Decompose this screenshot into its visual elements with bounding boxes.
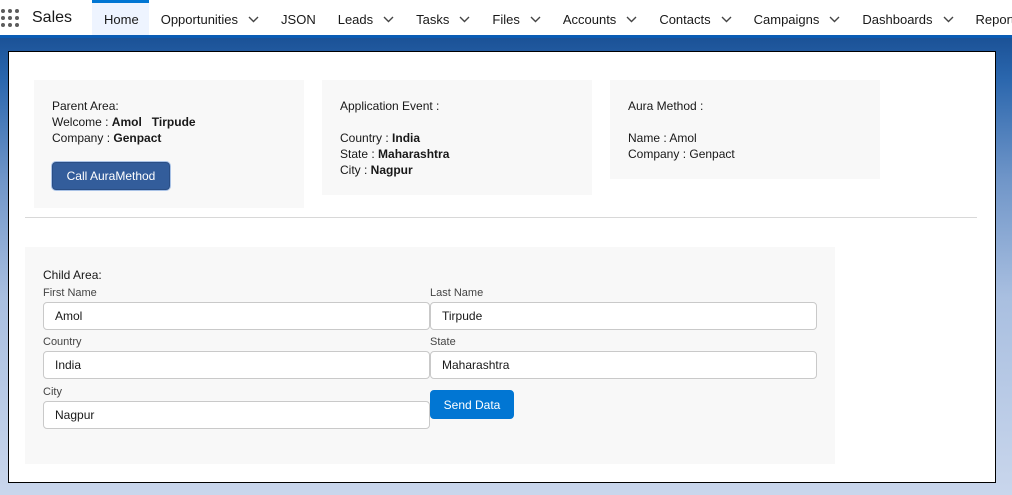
- country-label: Country: [43, 336, 82, 348]
- event-country-label: Country :: [340, 131, 393, 145]
- nav-tab-label: Leads: [337, 11, 374, 27]
- parent-area-panel: Parent Area: Welcome : Amol Tirpude Comp…: [34, 80, 304, 208]
- chevron-down-icon[interactable]: [530, 16, 541, 23]
- first-name-input[interactable]: [43, 302, 430, 330]
- aura-name-line: Name : Amol: [628, 131, 697, 145]
- nav-tab-accounts[interactable]: Accounts: [551, 0, 647, 35]
- nav-tab-label: Dashboards: [862, 11, 933, 27]
- section-divider: [25, 217, 977, 218]
- nav-tab-label: Opportunities: [160, 11, 239, 27]
- event-state-value: Maharashtra: [378, 147, 450, 161]
- chevron-down-icon[interactable]: [626, 16, 637, 23]
- chevron-down-icon[interactable]: [829, 16, 840, 23]
- nav-tab-label: Reports: [975, 11, 1012, 27]
- waffle-icon: [0, 8, 20, 28]
- nav-tab-label: Contacts: [659, 11, 711, 27]
- nav-tab-leads[interactable]: Leads: [326, 0, 404, 35]
- nav-tabs: Home Opportunities JSON Leads Tasks Files Acco…: [92, 0, 1012, 35]
- nav-tab-contacts[interactable]: Contacts: [647, 0, 741, 35]
- child-area-heading: Child Area:: [43, 268, 102, 282]
- chevron-down-icon[interactable]: [721, 16, 732, 23]
- app-name: Sales: [32, 8, 73, 26]
- event-country-line: Country : India: [340, 130, 574, 146]
- main-card: Parent Area: Welcome : Amol Tirpude Comp…: [8, 51, 996, 483]
- chevron-down-icon[interactable]: [248, 16, 259, 23]
- nav-tab-home[interactable]: Home: [92, 0, 149, 35]
- nav-tab-label: Home: [104, 11, 139, 27]
- global-navigation: Sales Home Opportunities JSON Leads Tasks Fil…: [0, 0, 1012, 38]
- nav-tab-label: Tasks: [416, 11, 450, 27]
- company-value: Genpact: [113, 131, 162, 145]
- nav-tab-reports[interactable]: Reports: [964, 0, 1012, 35]
- chevron-down-icon[interactable]: [943, 16, 954, 23]
- nav-tab-json[interactable]: JSON: [269, 0, 326, 35]
- event-city-line: City : Nagpur: [340, 162, 574, 178]
- state-label: State: [430, 336, 456, 348]
- send-data-button[interactable]: Send Data: [430, 390, 514, 419]
- parent-area-heading: Parent Area:: [52, 99, 119, 113]
- nav-tab-tasks[interactable]: Tasks: [404, 0, 480, 35]
- welcome-value: Amol Tirpude: [111, 115, 196, 129]
- last-name-label: Last Name: [430, 287, 484, 299]
- welcome-label: Welcome :: [52, 115, 112, 129]
- nav-tab-label: JSON: [281, 11, 316, 27]
- chevron-down-icon[interactable]: [383, 16, 394, 23]
- company-line: Company : Genpact: [52, 130, 286, 146]
- app-launcher-button[interactable]: [0, 0, 20, 35]
- aura-method-panel: Aura Method : Name : Amol Company : Genp…: [610, 80, 880, 179]
- state-input[interactable]: [430, 351, 817, 379]
- company-label: Company :: [52, 131, 114, 145]
- event-state-label: State :: [340, 147, 379, 161]
- nav-tab-files[interactable]: Files: [480, 0, 550, 35]
- application-event-heading: Application Event :: [340, 99, 440, 113]
- aura-method-heading: Aura Method :: [628, 99, 704, 113]
- nav-tab-label: Files: [492, 11, 520, 27]
- nav-tab-label: Campaigns: [753, 11, 820, 27]
- event-city-value: Nagpur: [370, 163, 413, 177]
- chevron-down-icon[interactable]: [459, 16, 470, 23]
- event-country-value: India: [392, 131, 421, 145]
- child-area-panel: Child Area: First Name Last Name Country…: [25, 247, 835, 464]
- aura-company-line: Company : Genpact: [628, 147, 735, 161]
- nav-tab-campaigns[interactable]: Campaigns: [742, 0, 851, 35]
- event-state-line: State : Maharashtra: [340, 146, 574, 162]
- application-event-panel: Application Event : Country : India Stat…: [322, 80, 592, 195]
- last-name-input[interactable]: [430, 302, 817, 330]
- event-city-label: City :: [340, 163, 371, 177]
- nav-tab-opportunities[interactable]: Opportunities: [149, 0, 269, 35]
- city-label: City: [43, 386, 62, 398]
- nav-tab-dashboards[interactable]: Dashboards: [850, 0, 963, 35]
- welcome-line: Welcome : Amol Tirpude: [52, 114, 286, 130]
- first-name-label: First Name: [43, 287, 97, 299]
- country-input[interactable]: [43, 351, 430, 379]
- nav-tab-label: Accounts: [562, 11, 617, 27]
- call-aura-method-button[interactable]: Call AuraMethod: [52, 162, 170, 190]
- city-input[interactable]: [43, 401, 430, 429]
